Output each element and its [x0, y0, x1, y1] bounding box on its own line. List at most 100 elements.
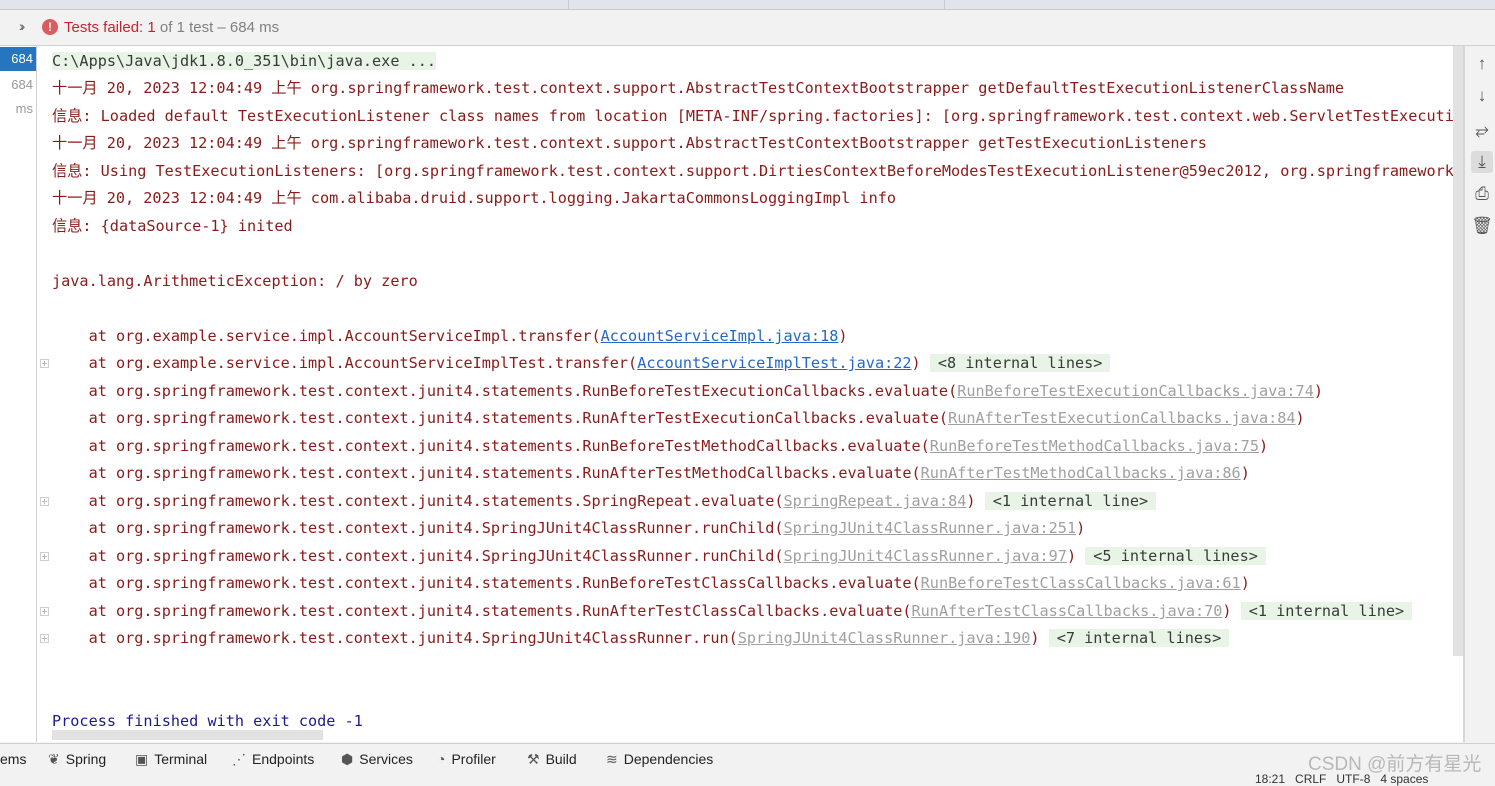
stack-frame-suffix: ): [1030, 629, 1040, 647]
tab-separator: [944, 0, 945, 9]
error-icon: !: [42, 19, 58, 35]
tool-tab-dependencies[interactable]: ≋ Dependencies: [606, 744, 713, 774]
log-line: 十一月 20, 2023 12:04:49 上午 com.alibaba.dru…: [52, 189, 897, 207]
scroll-to-end-icon[interactable]: ⤓: [1471, 151, 1493, 173]
tab-separator: [568, 0, 569, 9]
vertical-scrollbar[interactable]: [1463, 46, 1465, 742]
stack-frame-method: at org.springframework.test.context.juni…: [52, 629, 738, 647]
console-output[interactable]: C:\Apps\Java\jdk1.8.0_351\bin\java.exe .…: [37, 46, 1463, 742]
test-tree-panel: 684 ms 684 ms: [0, 46, 37, 742]
expand-fold-icon[interactable]: [40, 607, 49, 616]
horizontal-scrollbar[interactable]: [52, 730, 323, 740]
tool-tab-label: Services: [359, 751, 413, 767]
tool-tab-profiler[interactable]: ◔ Profiler: [437, 744, 496, 774]
trash-icon[interactable]: 🗑: [1471, 215, 1493, 237]
stack-frame-method: at org.springframework.test.context.juni…: [52, 602, 912, 620]
test-tree-item[interactable]: 684 ms: [0, 47, 36, 90]
expand-fold-icon[interactable]: [40, 359, 49, 368]
tool-tab-ems[interactable]: ems: [0, 744, 26, 774]
stack-frame-method: at org.springframework.test.context.juni…: [52, 409, 949, 427]
console-toolbar: ↑ ↓ ⥂ ⤓ ⎙ 🗑: [1466, 46, 1495, 742]
stack-frame: at org.springframework.test.context.juni…: [52, 489, 1157, 513]
exception-message: java.lang.ArithmeticException: / by zero: [52, 272, 418, 290]
source-link[interactable]: RunBeforeTestExecutionCallbacks.java:74: [957, 382, 1314, 400]
expand-fold-icon[interactable]: [40, 634, 49, 643]
tool-tab-terminal[interactable]: ▣ Terminal: [135, 744, 207, 774]
soft-wrap-icon[interactable]: ⥂: [1471, 119, 1493, 141]
hammer-icon: ⚒: [527, 751, 540, 767]
stack-frame-suffix: ): [1066, 547, 1077, 565]
internal-lines-fold[interactable]: <5 internal lines>: [1085, 547, 1266, 565]
source-link[interactable]: RunAfterTestMethodCallbacks.java:86: [921, 464, 1241, 482]
stack-frame: at org.springframework.test.context.juni…: [52, 571, 1250, 595]
chevrons-right-icon[interactable]: ››: [19, 18, 26, 34]
stack-frame-suffix: ): [1313, 382, 1323, 400]
services-icon: ⬢: [341, 751, 354, 767]
stack-frame-suffix: ): [1076, 519, 1086, 537]
source-link[interactable]: AccountServiceImpl.java:18: [601, 327, 839, 345]
vertical-scrollbar-thumb[interactable]: [1453, 46, 1463, 656]
internal-lines-fold[interactable]: <8 internal lines>: [929, 354, 1111, 372]
print-icon[interactable]: ⎙: [1471, 183, 1493, 205]
profiler-icon: ◔: [437, 751, 446, 767]
tool-tab-label: Dependencies: [623, 751, 714, 767]
stack-frame-suffix: ): [966, 492, 976, 510]
stack-frame: at org.example.service.impl.AccountServi…: [52, 324, 848, 348]
source-link[interactable]: SpringJUnit4ClassRunner.java:190: [738, 629, 1031, 647]
stack-frame-method: at org.springframework.test.context.juni…: [52, 492, 784, 510]
stack-frame-method: at org.springframework.test.context.juni…: [52, 547, 784, 565]
test-status-text: Tests failed: 1 of 1 test – 684 ms: [64, 19, 279, 36]
scroll-up-icon[interactable]: ↑: [1471, 53, 1493, 75]
source-link[interactable]: SpringJUnit4ClassRunner.java:97: [784, 547, 1067, 565]
source-link[interactable]: RunAfterTestExecutionCallbacks.java:84: [948, 409, 1295, 427]
tool-tab-services[interactable]: ⬢ Services: [341, 744, 413, 774]
stack-frame-suffix: ): [911, 354, 921, 372]
stack-frame: at org.springframework.test.context.juni…: [52, 406, 1305, 430]
source-link[interactable]: RunBeforeTestClassCallbacks.java:61: [921, 574, 1241, 592]
source-link[interactable]: SpringJUnit4ClassRunner.java:251: [784, 519, 1077, 537]
internal-lines-fold[interactable]: <1 internal line>: [1240, 602, 1413, 620]
terminal-icon: ▣: [135, 751, 149, 767]
source-link[interactable]: AccountServiceImplTest.java:22: [637, 354, 911, 372]
tool-tab-endpoints[interactable]: ⋰ Endpoints: [232, 744, 314, 774]
stack-frame-suffix: ): [1222, 602, 1232, 620]
stack-frame: at org.springframework.test.context.juni…: [52, 626, 1230, 650]
source-link[interactable]: SpringRepeat.java:84: [784, 492, 967, 510]
tool-tab-label: ems: [0, 751, 27, 767]
layers-icon: ≋: [606, 751, 618, 767]
endpoints-icon: ⋰: [232, 751, 246, 767]
editor-tab-strip: [0, 0, 1495, 10]
internal-lines-fold[interactable]: <1 internal line>: [984, 492, 1157, 510]
test-tree-item[interactable]: 684 ms: [0, 73, 36, 116]
expand-fold-icon[interactable]: [40, 497, 49, 506]
stack-frame-suffix: ): [1295, 409, 1305, 427]
watermark: CSDN @前方有星光: [1308, 754, 1482, 775]
command-line: C:\Apps\Java\jdk1.8.0_351\bin\java.exe .…: [52, 52, 437, 70]
status-bar: 18:21 CRLF UTF-8 4 spaces: [0, 772, 1495, 786]
tool-tab-spring[interactable]: ❦ Spring: [48, 744, 106, 774]
stack-frame: at org.springframework.test.context.juni…: [52, 516, 1086, 540]
log-line: 信息: Loaded default TestExecutionListener…: [52, 107, 1463, 125]
log-line: 信息: Using TestExecutionListeners: [org.s…: [52, 162, 1454, 180]
tool-tab-label: Terminal: [154, 751, 208, 767]
test-summary: of 1 test – 684 ms: [155, 19, 280, 36]
stack-frame-method: at org.springframework.test.context.juni…: [52, 382, 958, 400]
failed-count: 1: [147, 19, 156, 36]
spring-leaf-icon: ❦: [48, 751, 60, 767]
tool-tab-build[interactable]: ⚒ Build: [527, 744, 577, 774]
test-status-bar: ›› ! Tests failed: 1 of 1 test – 684 ms: [0, 10, 1495, 46]
stack-frame: at org.example.service.impl.AccountServi…: [52, 351, 1111, 375]
internal-lines-fold[interactable]: <7 internal lines>: [1048, 629, 1230, 647]
scroll-down-icon[interactable]: ↓: [1471, 85, 1493, 107]
stack-frame-method: at org.example.service.impl.AccountServi…: [52, 354, 638, 372]
expand-fold-icon[interactable]: [40, 552, 49, 561]
stack-frame-method: at org.springframework.test.context.juni…: [52, 519, 784, 537]
source-link[interactable]: RunBeforeTestMethodCallbacks.java:75: [930, 437, 1259, 455]
stack-frame: at org.springframework.test.context.juni…: [52, 434, 1269, 458]
log-line: 信息: {dataSource-1} inited: [52, 217, 293, 235]
tool-window-bar: ems ❦ Spring ▣ Terminal ⋰ Endpoints ⬢ Services ◔ P…: [0, 743, 1495, 775]
tool-tab-label: Endpoints: [252, 751, 315, 767]
failed-label: Tests failed:: [64, 19, 148, 36]
source-link[interactable]: RunAfterTestClassCallbacks.java:70: [912, 602, 1223, 620]
stack-frame: at org.springframework.test.context.juni…: [52, 599, 1413, 623]
